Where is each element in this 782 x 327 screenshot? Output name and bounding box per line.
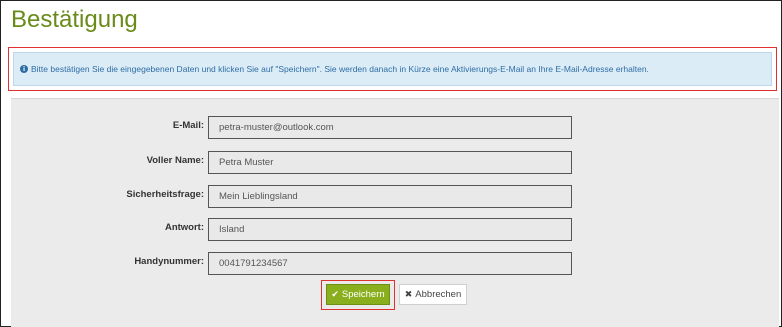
checkmark-icon: ✔ <box>331 289 339 300</box>
page-title: Bestätigung <box>11 6 138 33</box>
info-circle-icon: i <box>20 65 28 73</box>
full-name-label: Voller Name: <box>146 155 204 166</box>
form-row-email: E-Mail: petra-muster@outlook.com <box>11 116 779 140</box>
x-icon: ✖ <box>404 289 413 300</box>
security-question-field[interactable]: Mein Lieblingsland <box>208 185 572 208</box>
cancel-button-label: Abbrechen <box>415 289 462 300</box>
answer-field[interactable]: Island <box>208 218 572 241</box>
info-alert: i Bitte bestätigen Sie die eingegebenen … <box>13 52 772 86</box>
security-question-label: Sicherheitsfrage: <box>126 189 204 200</box>
email-label: E-Mail: <box>172 120 204 131</box>
form-row-name: Voller Name: Petra Muster <box>11 151 779 175</box>
mobile-number-field[interactable]: 0041791234567 <box>208 252 572 275</box>
email-field[interactable]: petra-muster@outlook.com <box>208 116 572 139</box>
answer-label: Antwort: <box>164 222 204 233</box>
info-text: Bitte bestätigen Sie die eingegebenen Da… <box>31 64 649 74</box>
save-button-label: Speichern <box>341 289 385 300</box>
save-button[interactable]: ✔ Speichern <box>326 284 390 305</box>
cancel-button[interactable]: ✖ Abbrechen <box>399 284 467 305</box>
form-row-answer: Antwort: Island <box>11 218 779 242</box>
confirmation-form: E-Mail: petra-muster@outlook.com Voller … <box>11 98 779 327</box>
form-row-security-question: Sicherheitsfrage: Mein Lieblingsland <box>11 185 779 209</box>
full-name-field[interactable]: Petra Muster <box>208 151 572 174</box>
form-row-mobile: Handynummer: 0041791234567 <box>11 252 779 276</box>
mobile-number-label: Handynummer: <box>134 256 204 267</box>
